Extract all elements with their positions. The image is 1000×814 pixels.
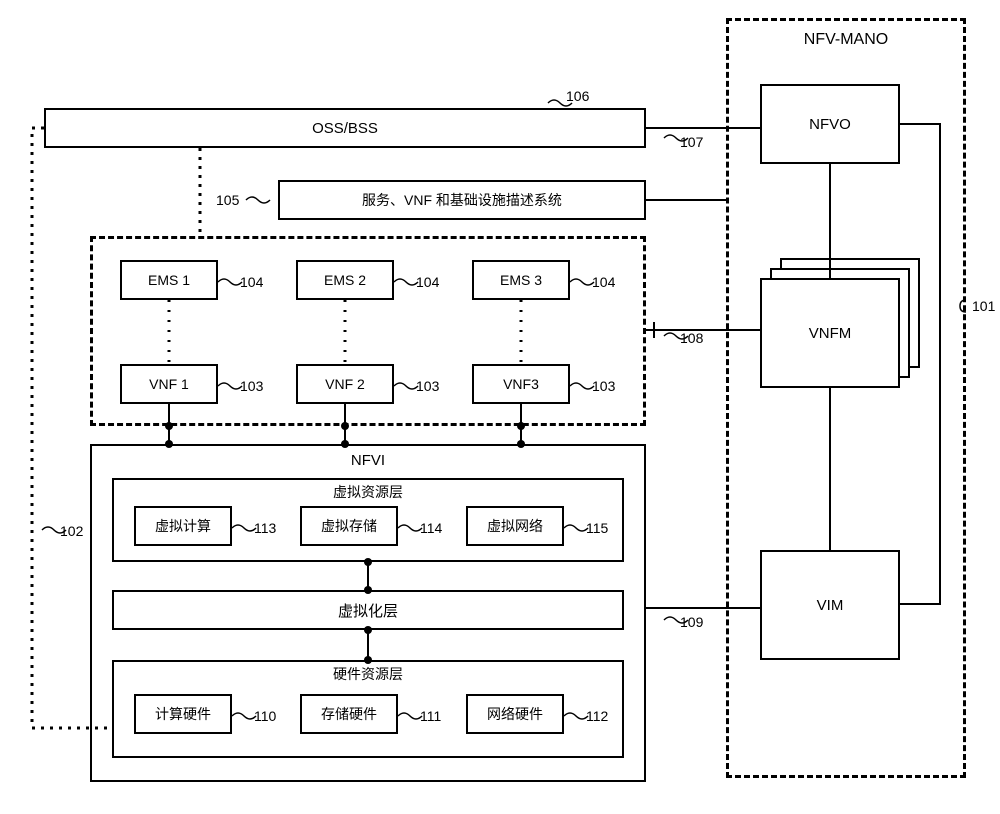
- vnf2-label: VNF 2: [325, 376, 365, 392]
- vnf1-label: VNF 1: [149, 376, 189, 392]
- vnf1-box: VNF 1: [120, 364, 218, 404]
- ems1-label: EMS 1: [148, 272, 190, 288]
- hstorage-box: 存储硬件: [300, 694, 398, 734]
- hstorage-label: 存储硬件: [321, 704, 377, 724]
- n110: 110: [254, 708, 276, 724]
- vnfm-box: VNFM: [760, 278, 900, 388]
- ems2-box: EMS 2: [296, 260, 394, 300]
- oss-bss-box: OSS/BSS: [44, 108, 646, 148]
- hnetwork-box: 网络硬件: [466, 694, 564, 734]
- n104b: 104: [416, 274, 439, 290]
- vl-box: 虚拟化层: [112, 590, 624, 630]
- n115: 115: [586, 520, 608, 536]
- vstorage-label: 虚拟存储: [321, 516, 377, 536]
- n102: 102: [60, 523, 83, 539]
- n101: 101: [972, 298, 995, 314]
- vrl-title: 虚拟资源层: [114, 482, 622, 502]
- n104c: 104: [592, 274, 615, 290]
- vnetwork-box: 虚拟网络: [466, 506, 564, 546]
- n105: 105: [216, 192, 239, 208]
- desc-box: 服务、VNF 和基础设施描述系统: [278, 180, 646, 220]
- vim-label: VIM: [817, 597, 844, 614]
- vstorage-box: 虚拟存储: [300, 506, 398, 546]
- vcompute-box: 虚拟计算: [134, 506, 232, 546]
- ems1-box: EMS 1: [120, 260, 218, 300]
- desc-label: 服务、VNF 和基础设施描述系统: [362, 190, 562, 210]
- n104a: 104: [240, 274, 263, 290]
- n108: 108: [680, 330, 703, 346]
- n112: 112: [586, 708, 608, 724]
- n109: 109: [680, 614, 703, 630]
- nfvo-label: NFVO: [809, 116, 851, 133]
- vnf3-box: VNF3: [472, 364, 570, 404]
- oss-bss-label: OSS/BSS: [312, 120, 378, 137]
- hrl-title: 硬件资源层: [114, 664, 622, 684]
- ems3-label: EMS 3: [500, 272, 542, 288]
- n107: 107: [680, 134, 703, 150]
- nfvo-box: NFVO: [760, 84, 900, 164]
- n113: 113: [254, 520, 276, 536]
- vim-box: VIM: [760, 550, 900, 660]
- vnf3-label: VNF3: [503, 376, 539, 392]
- vnetwork-label: 虚拟网络: [487, 516, 543, 536]
- mano-title: NFV-MANO: [729, 31, 963, 49]
- vnfm-label: VNFM: [809, 325, 852, 342]
- n111: 111: [420, 708, 441, 724]
- nfvi-title: NFVI: [92, 452, 644, 469]
- hcompute-box: 计算硬件: [134, 694, 232, 734]
- hcompute-label: 计算硬件: [155, 704, 211, 724]
- hnetwork-label: 网络硬件: [487, 704, 543, 724]
- n103a: 103: [240, 378, 263, 394]
- vcompute-label: 虚拟计算: [155, 516, 211, 536]
- n103b: 103: [416, 378, 439, 394]
- vnf2-box: VNF 2: [296, 364, 394, 404]
- n106: 106: [566, 88, 589, 104]
- vl-title: 虚拟化层: [338, 600, 398, 621]
- n114: 114: [420, 520, 442, 536]
- n103c: 103: [592, 378, 615, 394]
- ems2-label: EMS 2: [324, 272, 366, 288]
- ems3-box: EMS 3: [472, 260, 570, 300]
